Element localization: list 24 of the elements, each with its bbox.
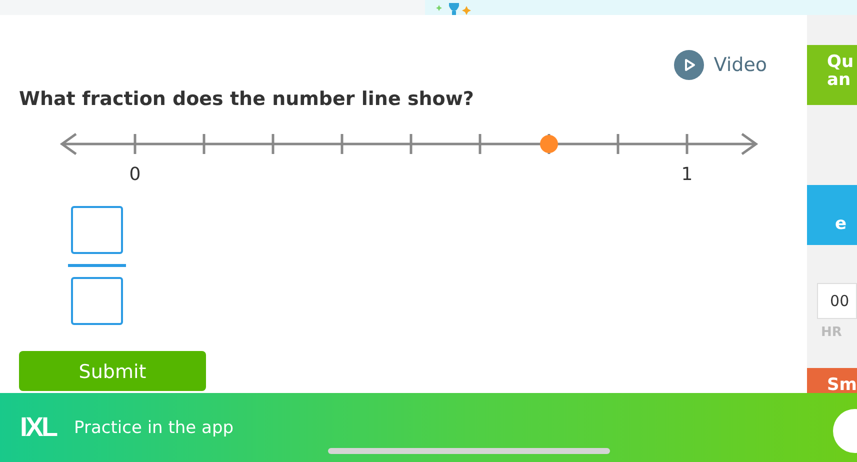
tick-mark	[134, 134, 136, 154]
denominator-field[interactable]	[71, 277, 123, 325]
fraction-bar	[68, 264, 126, 267]
tick-mark	[202, 134, 206, 154]
timer-field: 00	[817, 283, 857, 319]
logo: IXL	[20, 412, 56, 443]
point-marker	[540, 135, 558, 153]
banner-text: Practice in the app	[74, 418, 234, 438]
tick-mark	[410, 134, 412, 154]
video-link[interactable]: Video	[674, 50, 768, 80]
tick-label: 1	[681, 164, 693, 185]
question-text: What fraction does the number line show?	[18, 87, 475, 110]
sidebar-card: e	[807, 185, 857, 245]
play-icon	[674, 50, 704, 80]
app-banner[interactable]: IXL Practice in the app	[0, 393, 857, 462]
tick-mark	[340, 134, 344, 154]
tick-mark	[478, 134, 482, 154]
numerator-field[interactable]	[71, 206, 123, 254]
sidebar-card: Qu an	[807, 45, 857, 105]
tick-label: 0	[129, 164, 141, 185]
tick-mark	[686, 134, 688, 154]
submit-button[interactable]: Submit	[19, 351, 206, 391]
tick-mark	[616, 134, 620, 154]
tick-mark	[272, 134, 274, 154]
